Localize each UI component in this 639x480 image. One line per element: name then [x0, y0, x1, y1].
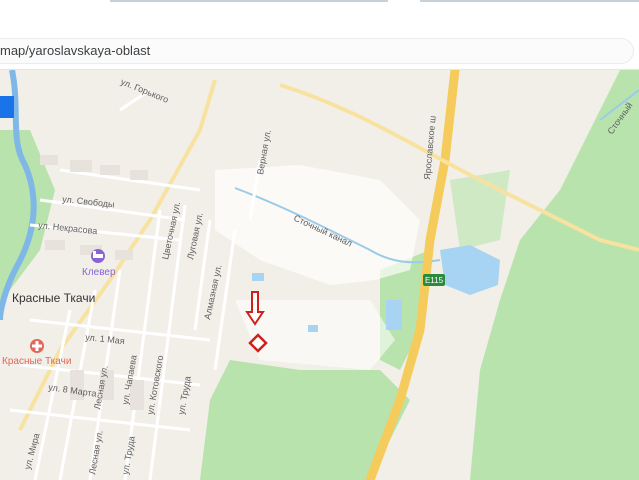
- poi-label: Клевер: [82, 267, 116, 278]
- street-label: Алмазная ул.: [202, 264, 223, 321]
- location-arrow-icon: [0, 96, 14, 118]
- street-label: Лесная ул.: [87, 429, 105, 475]
- pond: [308, 325, 318, 332]
- highway-shield-label: E115: [425, 276, 444, 285]
- url-text: map/yaroslavskaya-oblast: [0, 43, 151, 58]
- street-label: ул. Горького: [119, 77, 170, 105]
- street-label: ул. Труда: [120, 435, 137, 475]
- map-view[interactable]: E115 ул. Горького ул. Свободы ул. Некрас…: [0, 70, 639, 480]
- pond: [386, 300, 402, 330]
- town-label: Красные Ткачи: [12, 291, 95, 305]
- street-label: ул. 1 Мая: [85, 332, 125, 346]
- road-label: Ярославское ш: [422, 115, 438, 180]
- address-bar: map/yaroslavskaya-oblast: [0, 30, 639, 70]
- url-input[interactable]: map/yaroslavskaya-oblast: [0, 38, 634, 64]
- lake: [440, 245, 500, 295]
- tab-edge: [110, 0, 388, 2]
- pond: [252, 273, 264, 281]
- tab-edge: [420, 0, 639, 2]
- bed-icon[interactable]: [91, 249, 105, 263]
- street-label: Луговая ул.: [185, 212, 205, 261]
- browser-top-strip: [0, 0, 639, 30]
- poi-label: Красные Ткачи: [2, 356, 71, 367]
- street-label: ул. Некрасова: [38, 220, 98, 236]
- highway-shield: E115: [423, 274, 445, 286]
- hospital-icon[interactable]: [30, 339, 44, 353]
